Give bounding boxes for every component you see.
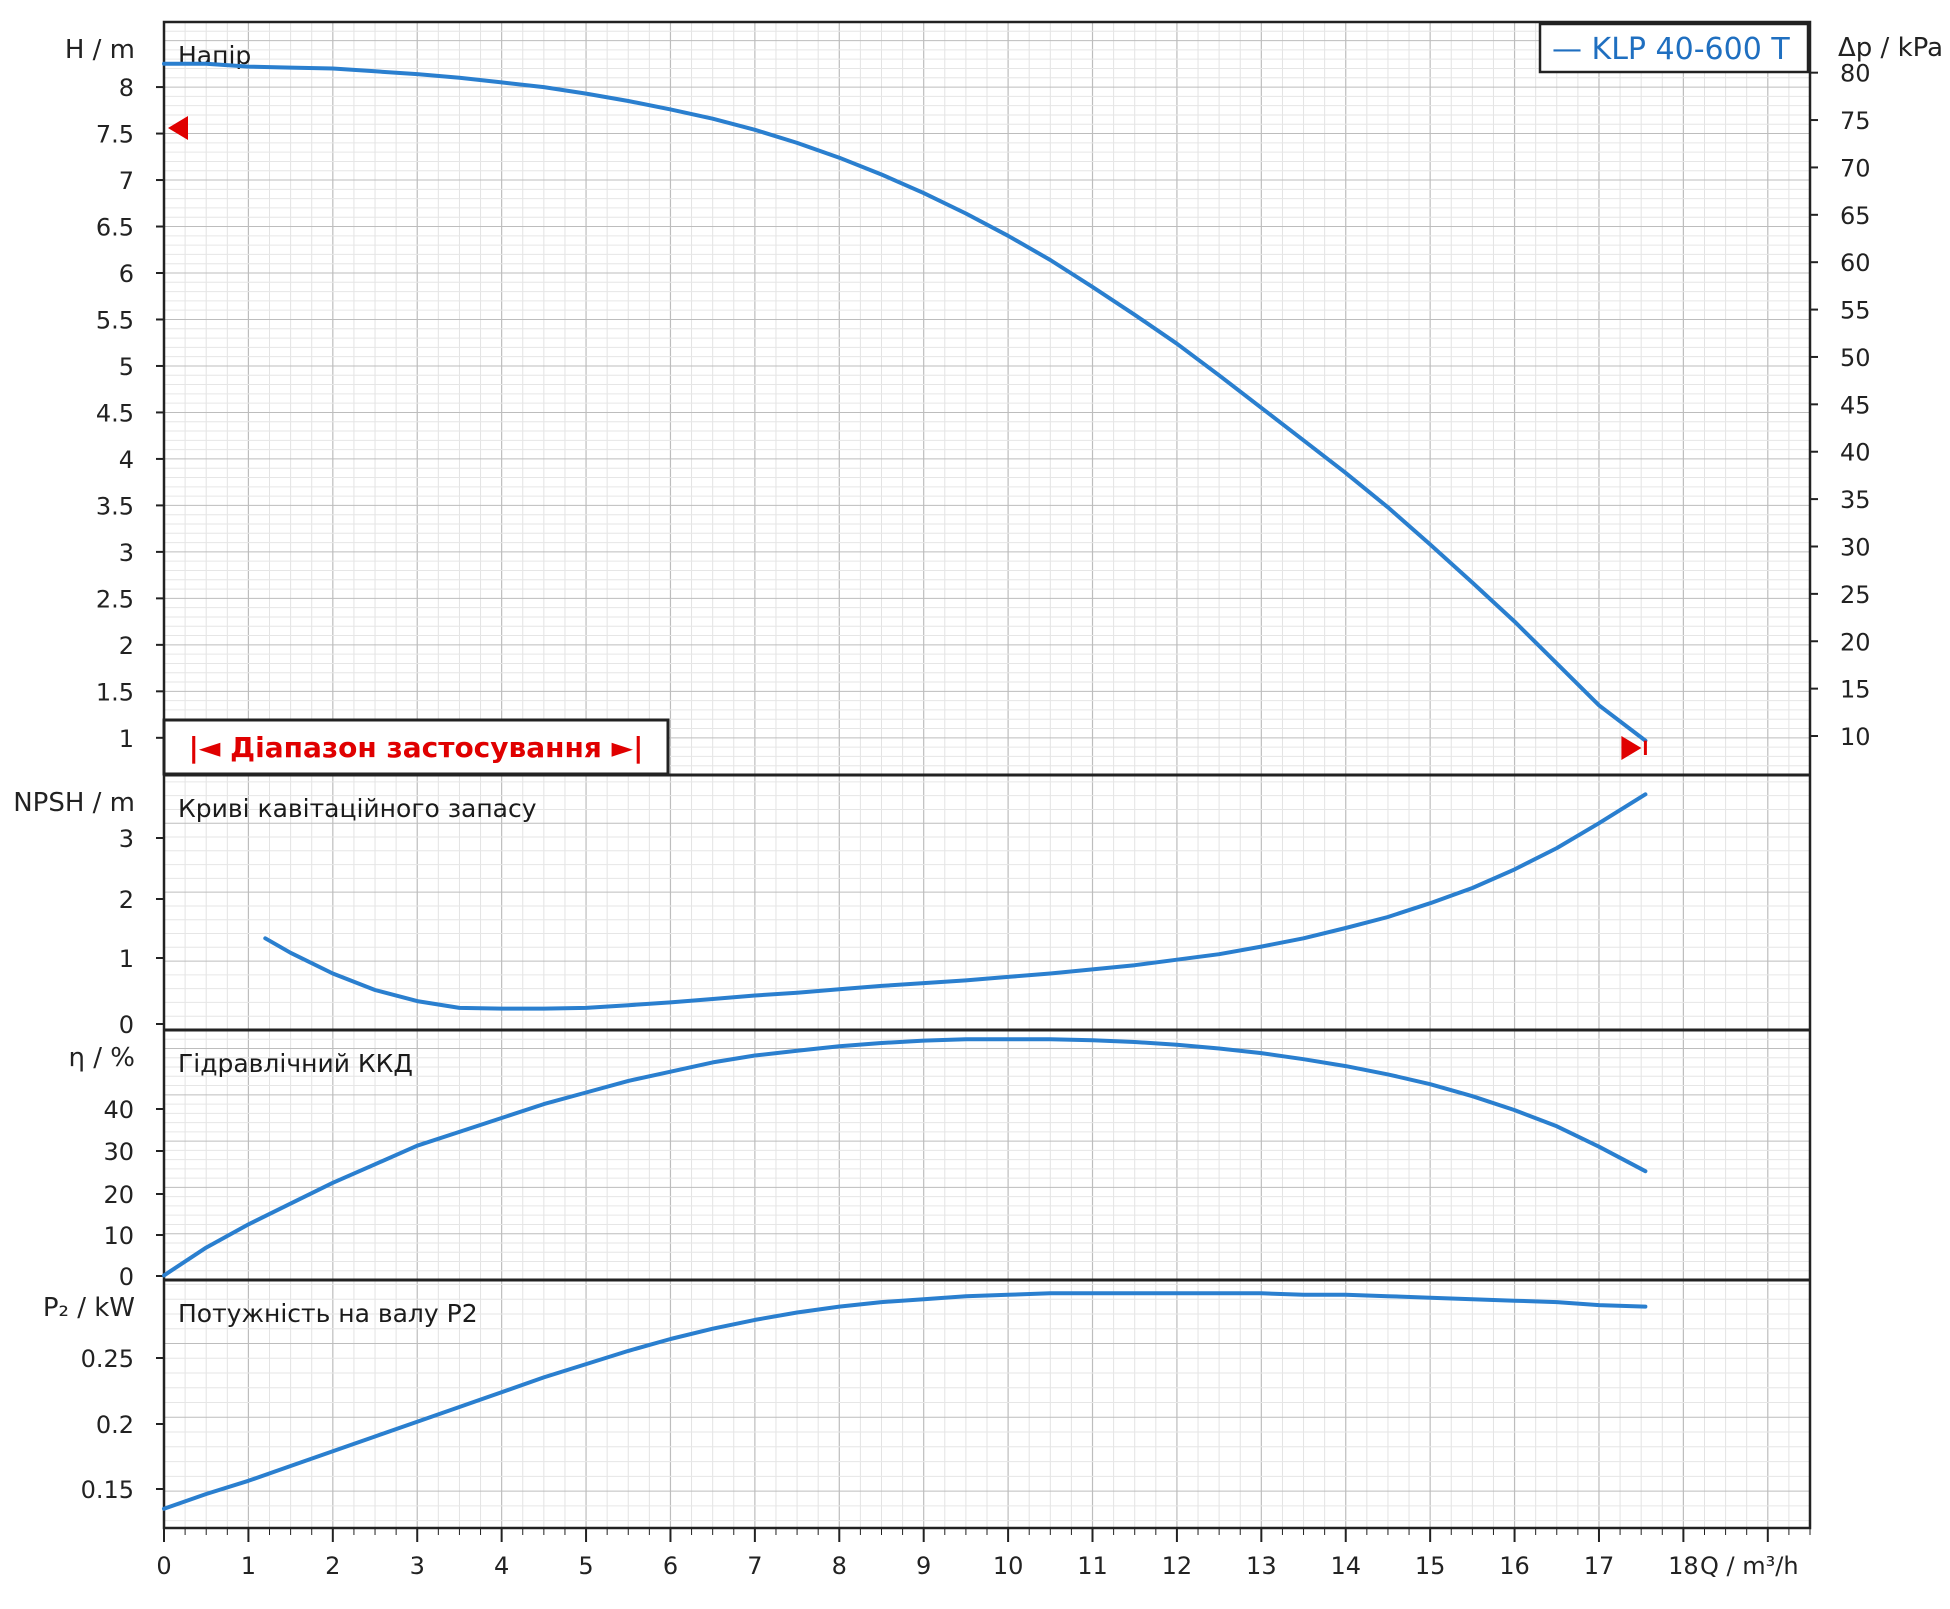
y-right-tick-label: 45	[1840, 391, 1871, 419]
y-tick-label: 7	[119, 167, 134, 195]
y-tick-label: 4	[119, 446, 134, 474]
y-tick-label: 2.5	[96, 585, 134, 613]
y-tick-label: 30	[103, 1138, 134, 1166]
panel-title: Криві кавітаційного запасу	[178, 794, 537, 823]
y-tick-label: 1.5	[96, 678, 134, 706]
y-tick-label: 0	[119, 1263, 134, 1291]
y-tick-label: 1	[119, 725, 134, 753]
x-tick-label: 18	[1668, 1552, 1699, 1580]
y-right-tick-label: 40	[1840, 439, 1871, 467]
x-tick-label: 1	[241, 1552, 256, 1580]
x-tick-label: 4	[494, 1552, 509, 1580]
y-tick-label: 4.5	[96, 399, 134, 427]
range-label: |◄ Діапазон застосування ►|	[189, 731, 644, 764]
series-line	[162, 61, 1648, 743]
y-right-tick-label: 80	[1840, 60, 1871, 88]
panel-2: 0 1 2 3 NPSH / m Криві кавітаційного запасу	[13, 788, 1648, 1039]
y-right-tick-label: 10	[1840, 723, 1871, 751]
pump-performance-chart: 1 1.5 2 2.5 3 3.5 4 4.5 5 5.5 6 6.5 7 7.5 8 10 15 20 25 30 3…	[0, 0, 1950, 1605]
x-tick-label: 17	[1584, 1552, 1615, 1580]
y-right-tick-label: 15	[1840, 676, 1871, 704]
y-tick-label: 2	[119, 886, 134, 914]
y-right-tick-label: 20	[1840, 628, 1871, 656]
x-axis-label: Q / m³/h	[1700, 1552, 1799, 1580]
x-tick-label: 11	[1077, 1552, 1108, 1580]
y-right-tick-label: 25	[1840, 581, 1871, 609]
y-tick-label: 20	[103, 1181, 134, 1209]
y-right-tick-label: 30	[1840, 533, 1871, 561]
y-right-tick-label: 35	[1840, 486, 1871, 514]
y-tick-label: 1	[119, 945, 134, 973]
y-tick-label: 3	[119, 539, 134, 567]
panel-title: Гідравлічний ККД	[178, 1049, 413, 1078]
x-tick-label: 6	[663, 1552, 678, 1580]
panel-title: Потужність на валу P2	[178, 1299, 478, 1328]
y-tick-label: 0.2	[96, 1411, 134, 1439]
y-right-tick-label: 50	[1840, 344, 1871, 372]
y-axis-right-label: Δp / kPa	[1838, 33, 1943, 63]
y-tick-label: 3.5	[96, 492, 134, 520]
y-tick-label: 3	[119, 825, 134, 853]
x-tick-label: 0	[156, 1552, 171, 1580]
x-axis: 0 1 2 3 4 5 6 7 8 9 10 11 12 13 14 15 16 17 18 Q / m³/h	[156, 1528, 1811, 1580]
legend-entry: — KLP 40-600 T	[1552, 32, 1790, 67]
x-tick-label: 7	[747, 1552, 762, 1580]
y-axis-label: η / %	[69, 1043, 135, 1073]
chart-canvas: 11.522.533.544.555.566.577.5810152025303…	[13, 20, 1943, 1580]
x-tick-label: 8	[832, 1552, 847, 1580]
y-right-tick-label: 65	[1840, 202, 1871, 230]
x-tick-label: 10	[993, 1552, 1024, 1580]
x-tick-label: 12	[1162, 1552, 1193, 1580]
y-right-tick-label: 70	[1840, 154, 1871, 182]
x-tick-label: 5	[578, 1552, 593, 1580]
x-tick-label: 15	[1415, 1552, 1446, 1580]
legend: — KLP 40-600 T	[1538, 22, 1810, 74]
x-tick-label: 9	[916, 1552, 931, 1580]
x-tick-label: 3	[410, 1552, 425, 1580]
application-range: |◄ Діапазон застосування ►|	[162, 116, 1647, 776]
y-tick-label: 8	[119, 74, 134, 102]
x-tick-label: 2	[325, 1552, 340, 1580]
series-line	[263, 792, 1648, 1011]
y-tick-label: 40	[103, 1096, 134, 1124]
x-tick-label: 13	[1246, 1552, 1277, 1580]
y-axis-label: P₂ / kW	[43, 1293, 135, 1323]
y-tick-label: 7.5	[96, 121, 134, 149]
y-tick-label: 10	[103, 1222, 134, 1250]
y-right-tick-label: 60	[1840, 249, 1871, 277]
y-axis-label: NPSH / m	[13, 788, 135, 818]
x-tick-label: 14	[1330, 1552, 1361, 1580]
x-tick-label: 16	[1499, 1552, 1530, 1580]
y-tick-label: 0.25	[81, 1345, 134, 1373]
y-tick-label: 0	[119, 1011, 134, 1039]
y-tick-label: 5.5	[96, 306, 134, 334]
range-start-marker	[168, 116, 188, 140]
y-tick-label: 2	[119, 632, 134, 660]
y-tick-label: 5	[119, 353, 134, 381]
y-axis-label: H / m	[65, 35, 135, 65]
y-tick-label: 6	[119, 260, 134, 288]
y-right-tick-label: 55	[1840, 297, 1871, 325]
y-tick-label: 0.15	[81, 1476, 134, 1504]
y-tick-label: 6.5	[96, 214, 134, 242]
y-right-tick-label: 75	[1840, 107, 1871, 135]
